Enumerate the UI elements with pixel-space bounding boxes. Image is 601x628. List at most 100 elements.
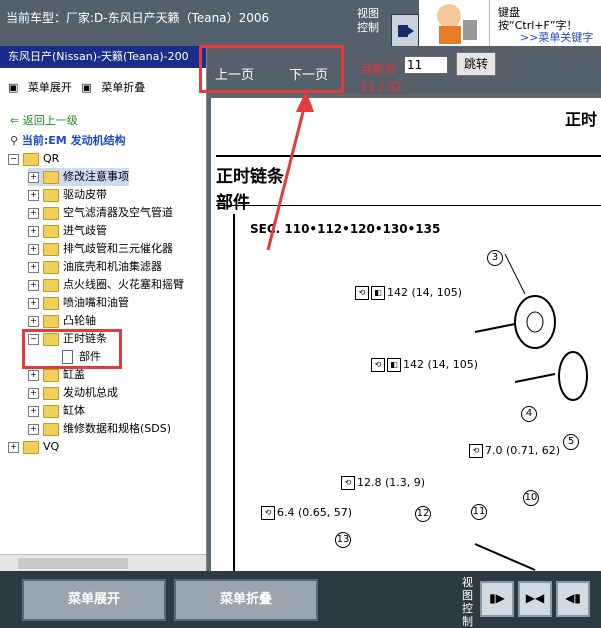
expand-toggle-icon[interactable]: +: [28, 315, 39, 327]
folder-icon: [43, 404, 59, 418]
expand-toggle-icon[interactable]: +: [28, 423, 39, 435]
page-subheading: 部件: [216, 193, 250, 213]
tree-node[interactable]: + 修改注意事项: [28, 168, 129, 186]
part-number: 10: [523, 490, 539, 506]
tree-node[interactable]: + 缸体: [28, 402, 85, 420]
folder-icon: [43, 386, 59, 400]
expand-toggle-icon[interactable]: +: [28, 261, 39, 273]
highlight-box: [22, 329, 122, 369]
document-page: 正时 正时链条 部件 SEC. 110•112•120•130•135 ⟲ ◧ 14…: [211, 98, 601, 571]
expand-toggle-icon[interactable]: +: [28, 189, 39, 201]
tree-node-vq[interactable]: + VQ: [8, 438, 59, 456]
top-bar: 当前车型：厂家:D-东风日产天籁（Teana）2006 视图控制 键盘按“Ctr…: [0, 0, 601, 48]
collapse-link[interactable]: 菜单折叠: [101, 81, 145, 94]
bottom-bar: 菜单展开 菜单折叠 视图控制 ▮▶ ▶◀ ◀▮: [0, 571, 601, 628]
tree-node[interactable]: + 点火线圈、火花塞和摇臂: [28, 276, 184, 294]
divider: [216, 155, 601, 157]
part-number: 11: [471, 504, 487, 520]
current-section: ⚲ 当前:EM 发动机结构: [10, 132, 126, 148]
torque-icon: ⟲: [341, 476, 355, 490]
expand-icon[interactable]: ▣: [8, 81, 18, 94]
expand-toggle-icon[interactable]: +: [8, 441, 19, 453]
current-page-label: 当前为: [360, 62, 397, 76]
split-view-button[interactable]: ▶◀: [518, 581, 552, 617]
tree-node[interactable]: + 凸轮轴: [28, 312, 96, 330]
content-area: 上一页 下一页 当前为 跳转 11 / 32 正时 正时链条 部件 SEC. 1…: [207, 46, 601, 571]
tree-node[interactable]: + 喷油嘴和油管: [28, 294, 129, 312]
part-number: 13: [335, 532, 351, 548]
horizontal-scrollbar[interactable]: [0, 554, 206, 572]
expand-toggle-icon[interactable]: +: [28, 405, 39, 417]
expand-link[interactable]: 菜单展开: [28, 81, 72, 94]
lube-icon: ◧: [387, 358, 401, 372]
collapse-menu-button[interactable]: 菜单折叠: [174, 579, 318, 621]
dock-left-icon: ◀▮: [565, 591, 581, 605]
parts-diagram: SEC. 110•112•120•130•135 ⟲ ◧ 142 (14, 105)…: [233, 214, 600, 571]
expand-toggle-icon[interactable]: +: [28, 243, 39, 255]
view-control-label: 视图控制: [357, 7, 379, 34]
tree-node[interactable]: + 进气歧管: [28, 222, 107, 240]
back-label: 返回上一级: [22, 114, 78, 127]
current-model-label: 当前车型：厂家:D-东风日产天籁（Teana）2006: [6, 11, 270, 25]
folder-icon: [23, 152, 39, 166]
expand-toggle-icon[interactable]: +: [28, 279, 39, 291]
tree-node[interactable]: + 发动机总成: [28, 384, 118, 402]
page-heading: 正时链条: [216, 167, 284, 187]
view-toggle-button[interactable]: [391, 14, 419, 48]
expand-toggle-icon[interactable]: +: [28, 369, 39, 381]
expand-toggle-icon[interactable]: +: [28, 225, 39, 237]
divider: [216, 205, 601, 206]
folder-icon: [43, 206, 59, 220]
tree-tools: ▣ 菜单展开 ▣ 菜单折叠: [8, 79, 151, 95]
dock-right-button[interactable]: ▮▶: [480, 581, 514, 617]
highlight-box: [199, 45, 344, 93]
jump-button[interactable]: 跳转: [456, 52, 496, 76]
panel-title: 东风日产(Nissan)-天籁(Teana)-200: [0, 46, 206, 68]
folder-icon: [43, 422, 59, 436]
torque-annotation: ⟲ 6.4 (0.65, 57): [261, 506, 352, 520]
expand-toggle-icon[interactable]: +: [28, 171, 39, 183]
menu-keyword-link[interactable]: >>菜单关键字: [520, 29, 593, 45]
dock-left-button[interactable]: ◀▮: [556, 581, 590, 617]
tree-node[interactable]: + 排气歧管和三元催化器: [28, 240, 173, 258]
help-mascot-image: [419, 0, 489, 46]
left-panel: 东风日产(Nissan)-天籁(Teana)-200 ▣ 菜单展开 ▣ 菜单折叠…: [0, 46, 207, 572]
expand-toggle-icon[interactable]: +: [28, 207, 39, 219]
tree-node[interactable]: + 维修数据和规格(SDS): [28, 420, 171, 438]
expand-menu-button[interactable]: 菜单展开: [22, 579, 166, 621]
folder-icon: [43, 242, 59, 256]
torque-icon: ⟲: [261, 506, 275, 520]
current-label: 当前:EM 发动机结构: [21, 134, 126, 147]
expand-toggle-icon[interactable]: +: [28, 387, 39, 399]
back-link[interactable]: ⇐ 返回上一级: [10, 112, 78, 128]
part-number: 12: [415, 506, 431, 522]
torque-icon: ⟲: [371, 358, 385, 372]
section-header: 正时: [564, 110, 597, 129]
scroll-thumb[interactable]: [18, 558, 128, 569]
tree-node[interactable]: + 空气滤清器及空气管道: [28, 204, 173, 222]
dock-right-icon: [398, 25, 414, 37]
tree-icon: ⚲: [10, 134, 22, 147]
split-view-icon: ▶◀: [525, 591, 545, 605]
torque-annotation: ⟲ 12.8 (1.3, 9): [341, 476, 425, 490]
dock-right-icon: ▮▶: [489, 591, 505, 605]
part-number: 4: [521, 406, 537, 422]
page-number-input[interactable]: [404, 56, 448, 74]
lube-icon: ◧: [371, 286, 385, 300]
folder-icon: [43, 170, 59, 184]
collapse-toggle-icon[interactable]: −: [8, 153, 19, 165]
page-count: 11 / 32: [360, 80, 403, 94]
back-arrow-icon: ⇐: [10, 114, 23, 127]
part-number: 5: [563, 434, 579, 450]
folder-icon: [43, 260, 59, 274]
collapse-icon[interactable]: ▣: [81, 81, 91, 94]
folder-icon: [23, 440, 39, 454]
tree-node[interactable]: + 驱动皮带: [28, 186, 107, 204]
tree-node-qr[interactable]: − QR: [8, 150, 59, 168]
expand-toggle-icon[interactable]: +: [28, 297, 39, 309]
tree-node[interactable]: + 油底壳和机油集滤器: [28, 258, 162, 276]
folder-icon: [43, 224, 59, 238]
part-number: 3: [487, 250, 503, 266]
torque-annotation: ⟲ 7.0 (0.71, 62): [469, 444, 560, 458]
folder-icon: [43, 296, 59, 310]
